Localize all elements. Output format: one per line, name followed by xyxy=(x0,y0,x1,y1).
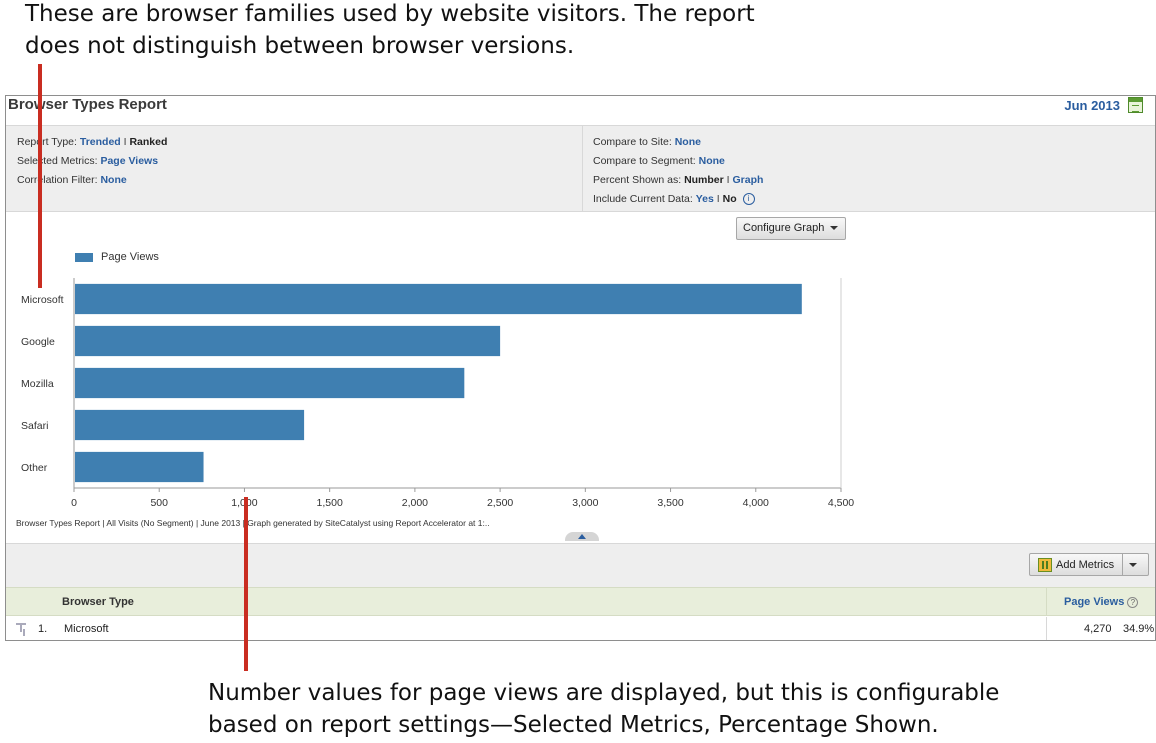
callout-bottom: Number values for page views are display… xyxy=(208,677,999,741)
add-metrics-dropdown[interactable] xyxy=(1123,559,1143,571)
column-page-views-label: Page Views xyxy=(1064,596,1125,608)
help-icon[interactable]: ? xyxy=(1127,596,1139,608)
info-icon[interactable]: i xyxy=(742,193,755,206)
breakdown-icon[interactable] xyxy=(16,623,27,633)
callout-bottom-line xyxy=(244,497,248,671)
compare-segment-row: Compare to Segment: None xyxy=(593,152,763,171)
percent-shown-row: Percent Shown as: Number I Graph xyxy=(593,171,763,190)
date-selector[interactable]: Jun 2013 xyxy=(1064,97,1143,113)
x-tick-label: 0 xyxy=(71,497,77,509)
legend-swatch xyxy=(75,252,93,262)
column-page-views[interactable]: Page Views? xyxy=(1064,596,1139,608)
selected-metrics-link[interactable]: Page Views xyxy=(100,155,158,167)
x-tick-label: 4,000 xyxy=(743,497,769,509)
row-page-views: 4,270 xyxy=(1084,623,1112,635)
callout-bottom-line1: Number values for page views are display… xyxy=(208,680,1000,706)
row-percent: 34.9% xyxy=(1123,623,1155,635)
configure-graph-button[interactable]: Configure Graph xyxy=(736,217,846,240)
column-browser-type[interactable]: Browser Type xyxy=(62,596,134,608)
correlation-filter-label: Correlation Filter: xyxy=(17,174,98,186)
chevron-down-icon xyxy=(830,226,839,231)
percent-number-label: Number xyxy=(684,174,724,186)
report-type-label: Report Type: xyxy=(17,136,77,148)
compare-segment-label: Compare to Segment: xyxy=(593,155,696,167)
category-label: Safari xyxy=(21,420,48,432)
legend-label: Page Views xyxy=(101,251,159,263)
callout-bottom-line2: based on report settings—Selected Metric… xyxy=(208,712,939,738)
settings-divider xyxy=(582,126,583,212)
column-divider xyxy=(1046,588,1047,616)
callout-top-line xyxy=(38,64,42,288)
x-tick-label: 4,500 xyxy=(828,497,854,509)
report-panel: Browser Types Report Jun 2013 Report Typ… xyxy=(5,95,1156,641)
x-tick-label: 2,000 xyxy=(402,497,428,509)
add-metrics-button[interactable]: Add Metrics xyxy=(1029,553,1149,576)
bar-chart: MicrosoftGoogleMozillaSafariOther05001,0… xyxy=(21,278,854,509)
settings-right: Compare to Site: None Compare to Segment… xyxy=(593,133,763,209)
chart-footer: Browser Types Report | All Visits (No Se… xyxy=(16,518,490,528)
compare-site-label: Compare to Site: xyxy=(593,136,672,148)
add-metrics-icon xyxy=(1038,557,1052,572)
x-tick-label: 500 xyxy=(150,497,168,509)
table-header: Browser Type Page Views? xyxy=(6,587,1155,616)
add-metrics-label: Add Metrics xyxy=(1056,558,1115,571)
compare-site-link[interactable]: None xyxy=(675,136,701,148)
x-tick-label: 3,000 xyxy=(572,497,598,509)
percent-shown-label: Percent Shown as: xyxy=(593,174,682,186)
configure-graph-label: Configure Graph xyxy=(743,222,825,234)
include-current-label: Include Current Data: xyxy=(593,193,693,205)
callout-top-line1: These are browser families used by websi… xyxy=(25,1,755,27)
ranked-label: Ranked xyxy=(129,136,168,148)
percent-graph-link[interactable]: Graph xyxy=(733,174,764,186)
row-browser-name[interactable]: Microsoft xyxy=(64,623,109,635)
date-label[interactable]: Jun 2013 xyxy=(1064,98,1120,113)
correlation-filter-link[interactable]: None xyxy=(100,174,126,186)
collapse-chart-tab[interactable] xyxy=(565,532,599,541)
include-current-no-label: No xyxy=(722,193,737,205)
row-rank: 1. xyxy=(38,623,48,635)
callout-top: These are browser families used by websi… xyxy=(25,0,755,62)
x-tick-label: 1,500 xyxy=(317,497,343,509)
bar-microsoft[interactable] xyxy=(75,283,802,315)
table-toolbar: Add Metrics xyxy=(6,543,1155,587)
x-tick-label: 2,500 xyxy=(487,497,513,509)
chevron-down-icon xyxy=(1129,562,1138,567)
report-title: Browser Types Report xyxy=(8,96,167,113)
bar-other[interactable] xyxy=(75,451,204,483)
category-label: Microsoft xyxy=(21,294,64,306)
include-current-row: Include Current Data: Yes I No i xyxy=(593,190,763,209)
x-tick-label: 3,500 xyxy=(657,497,683,509)
include-current-sep: I xyxy=(713,193,723,205)
compare-site-row: Compare to Site: None xyxy=(593,133,763,152)
chart-legend: Page Views xyxy=(75,251,159,263)
category-label: Google xyxy=(21,336,55,348)
category-label: Mozilla xyxy=(21,378,54,390)
bar-mozilla[interactable] xyxy=(75,367,465,399)
selected-metrics-label: Selected Metrics: xyxy=(17,155,98,167)
table-row[interactable]: 1. Microsoft 4,270 34.9% xyxy=(6,617,1155,640)
bar-google[interactable] xyxy=(75,325,501,357)
row-divider xyxy=(1046,617,1047,640)
trended-link[interactable]: Trended xyxy=(80,136,121,148)
compare-segment-link[interactable]: None xyxy=(699,155,725,167)
callout-top-line2: does not distinguish between browser ver… xyxy=(25,33,575,59)
percent-shown-sep: I xyxy=(723,174,733,186)
category-label: Other xyxy=(21,462,48,474)
calendar-icon[interactable] xyxy=(1128,97,1143,113)
include-current-yes-link[interactable]: Yes xyxy=(696,193,714,205)
report-settings: Report Type: Trended I Ranked Selected M… xyxy=(6,125,1155,212)
bar-safari[interactable] xyxy=(75,409,305,441)
